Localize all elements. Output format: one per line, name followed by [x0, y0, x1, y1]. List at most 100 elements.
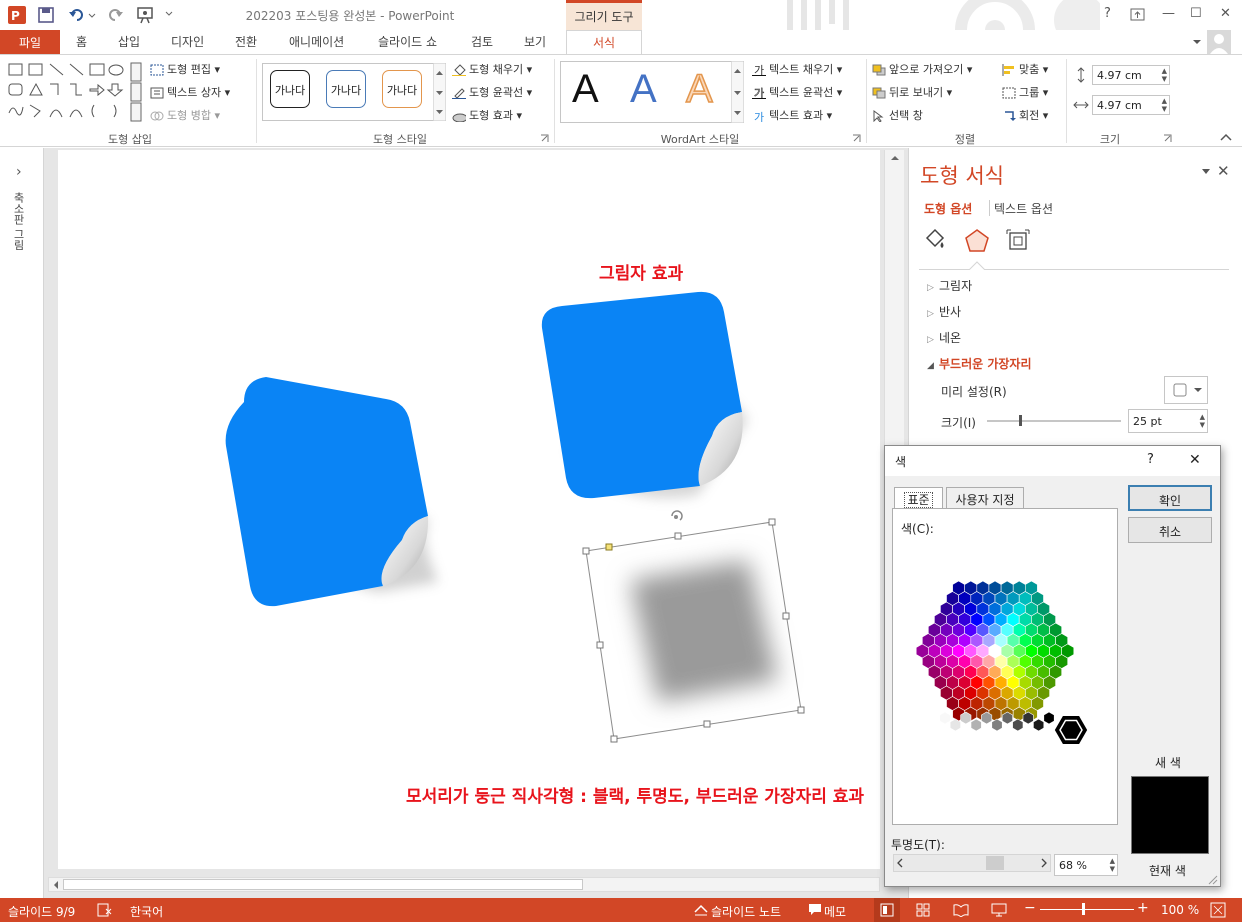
- width-spinner-arrows[interactable]: ▲ ▼: [1162, 97, 1167, 113]
- language-indicator[interactable]: 한국어: [130, 903, 163, 920]
- account-dropdown-icon[interactable]: [1192, 38, 1202, 46]
- height-spinner-arrows[interactable]: ▲ ▼: [1162, 67, 1167, 83]
- text-outline-button[interactable]: 가 텍스트 윤곽선 ▾: [752, 84, 842, 100]
- gray-swatch[interactable]: [949, 718, 961, 732]
- transparency-spinner-arrows[interactable]: ▲ ▼: [1110, 857, 1115, 873]
- sticky-note-right[interactable]: [541, 291, 748, 499]
- gray-swatch[interactable]: [1033, 718, 1045, 732]
- fit-to-window-icon[interactable]: [1210, 902, 1226, 918]
- resize-handle[interactable]: [582, 547, 590, 555]
- section-reflection[interactable]: ▷ 반사: [927, 303, 961, 320]
- resize-handle[interactable]: [674, 532, 682, 540]
- ribbon-display-options-icon[interactable]: [1130, 8, 1146, 22]
- help-button[interactable]: ?: [1104, 6, 1111, 21]
- section-shadow[interactable]: ▷ 그림자: [927, 277, 972, 294]
- gray-swatch[interactable]: [1001, 711, 1013, 725]
- dialog-launcher-icon[interactable]: [852, 134, 861, 143]
- resize-handle[interactable]: [703, 720, 711, 728]
- edit-shape-button[interactable]: 도형 편집 ▾: [150, 61, 220, 77]
- section-soft-edges[interactable]: ◢ 부드러운 가장자리: [927, 355, 1032, 372]
- dialog-help-button[interactable]: ?: [1147, 452, 1154, 467]
- slideshow-view-icon[interactable]: [991, 903, 1007, 917]
- shape-style-1[interactable]: 가나다: [270, 70, 310, 108]
- size-slider-track[interactable]: [987, 420, 1121, 422]
- shape-style-3[interactable]: 가나다: [382, 70, 422, 108]
- resize-handle[interactable]: [782, 612, 790, 620]
- scroll-up-icon[interactable]: [885, 150, 905, 166]
- text-fill-button[interactable]: 가 텍스트 채우기 ▾: [752, 61, 842, 77]
- group-button[interactable]: 그룹 ▾: [1002, 84, 1048, 100]
- gray-swatch[interactable]: [981, 711, 993, 725]
- shape-fill-button[interactable]: 도형 채우기 ▾: [452, 61, 532, 77]
- transparency-slider-thumb[interactable]: [986, 856, 1004, 870]
- align-button[interactable]: 맞춤 ▾: [1002, 61, 1048, 77]
- effects-pentagon-icon[interactable]: [964, 228, 990, 254]
- user-avatar[interactable]: [1207, 30, 1231, 54]
- tab-review[interactable]: 검토: [471, 33, 493, 50]
- zoom-level[interactable]: 100 %: [1161, 903, 1199, 917]
- shape-height-input[interactable]: 4.97 cm ▲ ▼: [1092, 65, 1170, 85]
- shape-effects-button[interactable]: 도형 효과 ▾: [452, 107, 522, 123]
- section-glow[interactable]: ▷ 네온: [927, 329, 961, 346]
- dialog-close-button[interactable]: ✕: [1189, 452, 1201, 468]
- gray-swatch[interactable]: [1022, 711, 1034, 725]
- gray-swatch[interactable]: [960, 711, 972, 725]
- cancel-button[interactable]: 취소: [1128, 517, 1212, 543]
- zoom-slider-track[interactable]: [1040, 909, 1134, 910]
- wordart-style-2[interactable]: A: [630, 67, 657, 112]
- resize-handle[interactable]: [610, 735, 618, 743]
- sticky-note-left[interactable]: [225, 377, 438, 607]
- tab-file[interactable]: 파일: [0, 30, 60, 54]
- notes-button[interactable]: 슬라이드 노트: [711, 903, 781, 920]
- text-effects-button[interactable]: 가 텍스트 효과 ▾: [752, 107, 832, 123]
- selection-pane-button[interactable]: 선택 창: [872, 107, 923, 123]
- tab-view[interactable]: 보기: [524, 33, 546, 50]
- slider-right-arrow-icon[interactable]: [1040, 858, 1048, 868]
- send-backward-button[interactable]: 뒤로 보내기 ▾: [872, 84, 952, 100]
- horizontal-scrollbar[interactable]: [48, 877, 880, 892]
- transparency-input[interactable]: 68 % ▲ ▼: [1054, 854, 1118, 876]
- gray-swatch[interactable]: [1043, 711, 1055, 725]
- fill-line-icon[interactable]: [922, 228, 948, 254]
- thumbnail-pane-collapsed[interactable]: › 축소판 그림: [0, 148, 44, 898]
- zoom-slider-thumb[interactable]: [1082, 903, 1085, 915]
- comments-icon[interactable]: [808, 903, 822, 917]
- restore-button[interactable]: ☐: [1190, 6, 1202, 21]
- transparency-slider[interactable]: [893, 854, 1051, 872]
- tab-transitions[interactable]: 전환: [235, 33, 257, 50]
- merge-shapes-button[interactable]: 도형 병합 ▾: [150, 107, 220, 123]
- tab-standard[interactable]: 표준: [894, 487, 943, 509]
- tab-shape-options[interactable]: 도형 옵션: [924, 200, 972, 217]
- resize-grip-icon[interactable]: [1207, 874, 1218, 885]
- view-normal-button[interactable]: [874, 898, 900, 922]
- grayscale-swatches[interactable]: [935, 708, 1095, 748]
- gray-swatch[interactable]: [939, 711, 951, 725]
- shape-outline-button[interactable]: 도형 윤곽선 ▾: [452, 84, 532, 100]
- tab-slideshow[interactable]: 슬라이드 쇼: [378, 33, 437, 50]
- shape-gallery[interactable]: [6, 61, 142, 123]
- shape-width-input[interactable]: 4.97 cm ▲ ▼: [1092, 95, 1170, 115]
- soft-edge-shape-selected[interactable]: [582, 510, 805, 743]
- color-swatch[interactable]: [1061, 643, 1075, 659]
- horizontal-scroll-thumb[interactable]: [63, 879, 583, 890]
- shape-style-2[interactable]: 가나다: [326, 70, 366, 108]
- size-slider-thumb[interactable]: [1019, 415, 1022, 426]
- text-box-button[interactable]: 텍스트 상자 ▾: [150, 84, 230, 100]
- notes-icon[interactable]: [694, 903, 708, 917]
- tab-animations[interactable]: 애니메이션: [289, 33, 344, 50]
- soft-edge-gray-rect[interactable]: [630, 560, 778, 702]
- comments-button[interactable]: 메모: [824, 903, 846, 920]
- close-button[interactable]: ✕: [1220, 6, 1231, 21]
- adjustment-handle[interactable]: [605, 543, 613, 551]
- reading-view-icon[interactable]: [953, 903, 969, 917]
- bring-forward-button[interactable]: 앞으로 가져오기 ▾: [872, 61, 972, 77]
- pane-close-button[interactable]: ✕: [1217, 162, 1230, 180]
- resize-handle[interactable]: [596, 641, 604, 649]
- tab-text-options[interactable]: 텍스트 옵션: [994, 200, 1053, 217]
- scroll-left-icon[interactable]: [51, 880, 61, 890]
- wordart-style-1[interactable]: A: [572, 67, 599, 112]
- resize-handle[interactable]: [768, 518, 776, 526]
- spell-check-icon[interactable]: [97, 903, 113, 917]
- collapse-ribbon-icon[interactable]: [1220, 133, 1232, 142]
- gray-swatch[interactable]: [1012, 718, 1024, 732]
